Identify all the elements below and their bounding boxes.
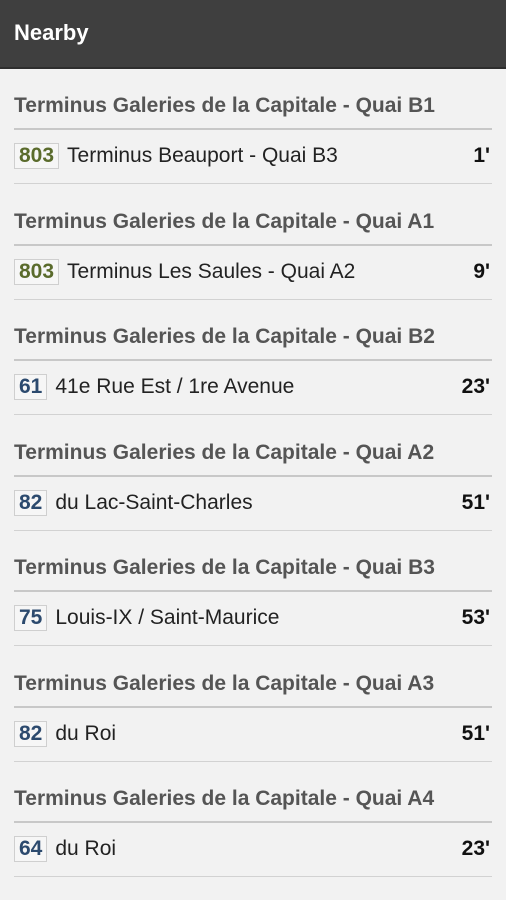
eta-label: 51' — [461, 721, 490, 745]
route-badge: 64 — [14, 836, 48, 862]
stop-section: Terminus Galeries de la Capitale - Quai … — [14, 69, 492, 185]
destination-label: Terminus Beauport - Quai B3 — [67, 144, 338, 167]
eta-label: 23' — [461, 837, 490, 860]
eta-label: 53' — [461, 606, 490, 629]
stop-section: Terminus Galeries de la Capitale - Quai … — [14, 300, 492, 416]
route-badge: 82 — [14, 489, 48, 516]
route-badge: 803 — [14, 258, 60, 285]
route-badge: 803 — [14, 143, 60, 169]
destination-label: 41e Rue Est / 1re Avenue — [55, 375, 295, 398]
route-badge: 75 — [14, 605, 48, 631]
stop-header: Terminus Galeries de la Capitale - Quai … — [14, 784, 492, 823]
departure-row[interactable]: 803 Terminus Les Saules - Quai A2 9' — [14, 245, 492, 300]
stop-header: Terminus Galeries de la Capitale - Quai … — [14, 322, 492, 361]
destination-label: du Roi — [55, 721, 117, 745]
stop-section: Terminus Galeries de la Capitale - Quai … — [14, 531, 492, 647]
eta-label: 23' — [461, 375, 490, 398]
stop-header: Terminus Galeries de la Capitale - Quai … — [14, 438, 492, 477]
route-badge: 61 — [14, 374, 48, 400]
departure-row[interactable]: 82 du Lac-Saint-Charles 51' — [14, 476, 492, 531]
destination-label: Terminus Les Saules - Quai A2 — [67, 259, 356, 283]
stop-header: Terminus Galeries de la Capitale - Quai … — [14, 669, 492, 708]
app-bar: Nearby — [0, 0, 506, 69]
nearby-list[interactable]: Terminus Galeries de la Capitale - Quai … — [0, 69, 506, 878]
stop-section: Terminus Galeries de la Capitale - Quai … — [14, 647, 492, 763]
departure-row[interactable]: 61 41e Rue Est / 1re Avenue 23' — [14, 360, 492, 415]
departure-row[interactable]: 803 Terminus Beauport - Quai B3 1' — [14, 129, 492, 184]
destination-label: du Roi — [55, 837, 117, 860]
page-title: Nearby — [14, 19, 89, 45]
destination-label: Louis-IX / Saint-Maurice — [55, 606, 280, 629]
route-badge: 82 — [14, 720, 48, 747]
departure-row[interactable]: 82 du Roi 51' — [14, 707, 492, 762]
eta-label: 51' — [461, 490, 490, 514]
departure-row[interactable]: 75 Louis-IX / Saint-Maurice 53' — [14, 591, 492, 646]
stop-header: Terminus Galeries de la Capitale - Quai … — [14, 553, 492, 592]
eta-label: 9' — [473, 259, 490, 283]
stop-header: Terminus Galeries de la Capitale - Quai … — [14, 91, 492, 130]
destination-label: du Lac-Saint-Charles — [55, 490, 253, 514]
stop-section: Terminus Galeries de la Capitale - Quai … — [14, 416, 492, 532]
eta-label: 1' — [473, 144, 490, 167]
stop-section: Terminus Galeries de la Capitale - Quai … — [14, 762, 492, 878]
stop-header: Terminus Galeries de la Capitale - Quai … — [14, 207, 492, 246]
stop-section: Terminus Galeries de la Capitale - Quai … — [14, 185, 492, 301]
departure-row[interactable]: 64 du Roi 23' — [14, 822, 492, 877]
